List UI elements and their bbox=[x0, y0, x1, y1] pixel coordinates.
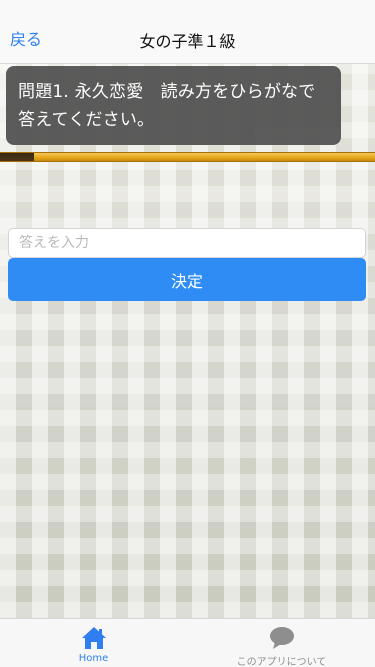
nav-bar: 戻る 女の子準１級 bbox=[0, 0, 375, 64]
home-icon bbox=[81, 627, 106, 649]
progress-bar-fill bbox=[0, 153, 34, 161]
tab-about[interactable]: このアプリについて bbox=[188, 619, 375, 667]
app-screen: 戻る 女の子準１級 問題1. 永久恋愛 読み方をひらがなで答えてください。 決定… bbox=[0, 0, 375, 667]
tab-home-label: Home bbox=[78, 653, 109, 664]
speech-bubble-icon bbox=[269, 627, 294, 649]
answer-input[interactable] bbox=[8, 228, 366, 258]
progress-bar bbox=[0, 152, 375, 162]
tab-home[interactable]: Home bbox=[0, 619, 187, 667]
question-box: 問題1. 永久恋愛 読み方をひらがなで答えてください。 bbox=[6, 66, 341, 145]
question-text: 問題1. 永久恋愛 読み方をひらがなで答えてください。 bbox=[18, 82, 316, 130]
checkered-background bbox=[0, 64, 375, 618]
submit-button[interactable]: 決定 bbox=[8, 258, 366, 301]
tab-about-label: このアプリについて bbox=[236, 657, 327, 667]
tab-bar: Home このアプリについて bbox=[0, 618, 375, 667]
page-title: 女の子準１級 bbox=[139, 32, 236, 51]
